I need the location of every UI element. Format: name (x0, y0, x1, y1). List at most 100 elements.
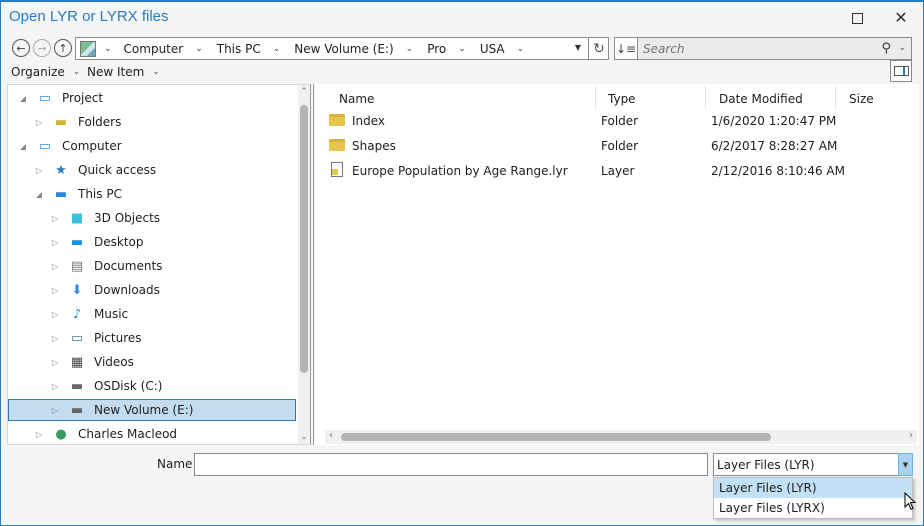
expand-icon[interactable]: ▷ (50, 238, 60, 247)
up-button[interactable]: ↑ (54, 39, 72, 57)
column-divider[interactable] (835, 86, 836, 108)
tree-item-charles-macleod[interactable]: ▷ ● Charles Macleod (8, 423, 296, 445)
expand-icon[interactable]: ▷ (34, 166, 44, 175)
file-type-dropdown-list: Layer Files (LYR) Layer Files (LYRX) (713, 477, 913, 519)
scroll-up-icon[interactable]: ⌃ (298, 87, 310, 97)
expand-icon[interactable]: ▷ (50, 214, 60, 223)
tree-item-desktop[interactable]: ▷ ▬ Desktop (8, 231, 296, 253)
address-bar[interactable]: ⌄ Computer ⌄ This PC ⌄ New Volume (E:) ⌄ Pr… (75, 37, 609, 60)
breadcrumb-new-volume[interactable]: New Volume (E:) ⌄ (294, 42, 427, 56)
column-header-size[interactable]: Size (849, 88, 874, 110)
tree-item-label: This PC (78, 187, 122, 201)
tree-item-music[interactable]: ▷ ♪ Music (8, 303, 296, 325)
dialog-title: Open LYR or LYRX files (9, 8, 169, 25)
address-history-dropdown[interactable]: ▼ (575, 43, 581, 52)
chevron-down-icon[interactable]: ⌄ (898, 43, 906, 53)
column-divider[interactable] (595, 86, 596, 108)
pane-splitter[interactable] (310, 84, 314, 445)
dropdown-option-lyr[interactable]: Layer Files (LYR) (714, 478, 912, 498)
refresh-icon: ↻ (593, 40, 605, 57)
new-item-menu[interactable]: New Item ⌄ (87, 65, 160, 79)
chevron-down-icon[interactable]: ⌄ (104, 44, 112, 54)
file-list: Name Type Date Modified Size Index Folde… (315, 84, 919, 445)
tree-item-downloads[interactable]: ▷ ⬇ Downloads (8, 279, 296, 301)
chevron-down-icon[interactable]: ⌄ (406, 44, 414, 54)
tree-item-new-volume-e[interactable]: ▷ ▬ New Volume (E:) (8, 399, 296, 421)
file-row[interactable]: Index Folder 1/6/2020 1:20:47 PM (315, 110, 915, 132)
expand-icon[interactable]: ▷ (50, 286, 60, 295)
chevron-down-icon[interactable]: ⌄ (273, 44, 281, 54)
tree-item-documents[interactable]: ▷ ▤ Documents (8, 255, 296, 277)
desktop-icon: ▬ (70, 234, 84, 250)
expand-icon[interactable]: ▷ (50, 334, 60, 343)
scroll-left-icon[interactable]: ‹ (329, 430, 333, 441)
breadcrumb-computer[interactable]: Computer ⌄ (124, 42, 217, 56)
column-header-name[interactable]: Name (339, 88, 374, 110)
breadcrumb-pro[interactable]: Pro ⌄ (427, 42, 480, 56)
column-label: Date Modified (719, 92, 803, 106)
search-input[interactable] (643, 41, 863, 56)
breadcrumb-label: New Volume (E:) (294, 41, 394, 56)
tree-item-label: Charles Macleod (78, 427, 178, 441)
organize-menu[interactable]: Organize ⌄ (11, 65, 80, 79)
tree-item-this-pc[interactable]: ◢ ▬ This PC (8, 183, 296, 205)
tree-item-pictures[interactable]: ▷ ▭ Pictures (8, 327, 296, 349)
drive-icon: ▬ (70, 378, 84, 394)
file-row[interactable]: Europe Population by Age Range.lyr Layer… (315, 160, 915, 182)
scroll-right-icon[interactable]: › (909, 430, 913, 441)
tree-item-3d-objects[interactable]: ▷ ■ 3D Objects (8, 207, 296, 229)
tree-item-osdisk-c[interactable]: ▷ ▬ OSDisk (C:) (8, 375, 296, 397)
collapse-icon[interactable]: ◢ (18, 142, 28, 151)
column-header-date-modified[interactable]: Date Modified (719, 88, 803, 110)
tree-item-quick-access[interactable]: ▷ ★ Quick access (8, 159, 296, 181)
maximize-icon (851, 12, 863, 24)
close-icon: ✕ (894, 8, 908, 27)
expand-icon[interactable]: ▷ (50, 310, 60, 319)
dropdown-arrow-icon: ▼ (902, 460, 909, 469)
expand-icon[interactable]: ▷ (50, 382, 60, 391)
sort-icon: ↓≡ (615, 41, 637, 56)
collapse-icon[interactable]: ◢ (34, 190, 44, 199)
column-label: Name (339, 92, 375, 106)
scroll-thumb[interactable] (300, 105, 308, 373)
search-icon[interactable]: ⚲ (881, 41, 891, 56)
chevron-down-icon[interactable]: ⌄ (195, 44, 203, 54)
file-name-input[interactable] (194, 453, 708, 476)
view-options-button[interactable] (890, 60, 912, 82)
sort-button[interactable]: ↓≡ (614, 37, 638, 60)
chevron-down-icon[interactable]: ⌄ (517, 44, 525, 54)
file-row[interactable]: Shapes Folder 6/2/2017 8:28:27 AM (315, 135, 915, 157)
tree-item-project[interactable]: ◢ ▭ Project (8, 87, 296, 109)
mouse-cursor-icon (904, 492, 917, 511)
breadcrumb-usa[interactable]: USA ⌄ (480, 42, 538, 56)
file-date: 6/2/2017 8:28:27 AM (711, 139, 838, 153)
list-horizontal-scrollbar[interactable]: ‹ › (325, 430, 917, 444)
expand-icon[interactable]: ▷ (50, 262, 60, 271)
tree-item-videos[interactable]: ▷ ▦ Videos (8, 351, 296, 373)
chevron-down-icon[interactable]: ⌄ (458, 44, 466, 54)
forward-button[interactable]: → (33, 39, 51, 57)
refresh-button[interactable]: ↻ (588, 37, 609, 60)
breadcrumb-this-pc[interactable]: This PC ⌄ (217, 42, 295, 56)
scroll-thumb[interactable] (341, 433, 771, 441)
expand-icon[interactable]: ▷ (50, 406, 60, 415)
file-type-filter[interactable]: Layer Files (LYR) ▼ (713, 453, 913, 476)
search-box[interactable]: ⚲ ⌄ (637, 37, 912, 60)
navigation-tree: ⌃ ⌄ ◢ ▭ Project ▷ ▬ Folders ◢ ▭ Computer ▷ ★ Quick … (7, 84, 310, 445)
maximize-button[interactable] (844, 6, 870, 30)
collapse-icon[interactable]: ◢ (18, 94, 28, 103)
tree-item-folders[interactable]: ▷ ▬ Folders (8, 111, 296, 133)
column-header-type[interactable]: Type (608, 88, 636, 110)
column-divider[interactable] (705, 86, 706, 108)
expand-icon[interactable]: ▷ (34, 118, 44, 127)
back-button[interactable]: ← (12, 39, 30, 57)
expand-icon[interactable]: ▷ (50, 358, 60, 367)
filter-dropdown-button[interactable]: ▼ (898, 453, 913, 476)
dropdown-option-lyrx[interactable]: Layer Files (LYRX) (714, 498, 912, 518)
expand-icon[interactable]: ▷ (34, 430, 44, 439)
scroll-down-icon[interactable]: ⌄ (298, 432, 310, 442)
layer-file-icon (331, 162, 343, 177)
tree-item-computer[interactable]: ◢ ▭ Computer (8, 135, 296, 157)
close-button[interactable]: ✕ (888, 6, 914, 30)
tree-scrollbar[interactable]: ⌃ ⌄ (298, 85, 310, 444)
